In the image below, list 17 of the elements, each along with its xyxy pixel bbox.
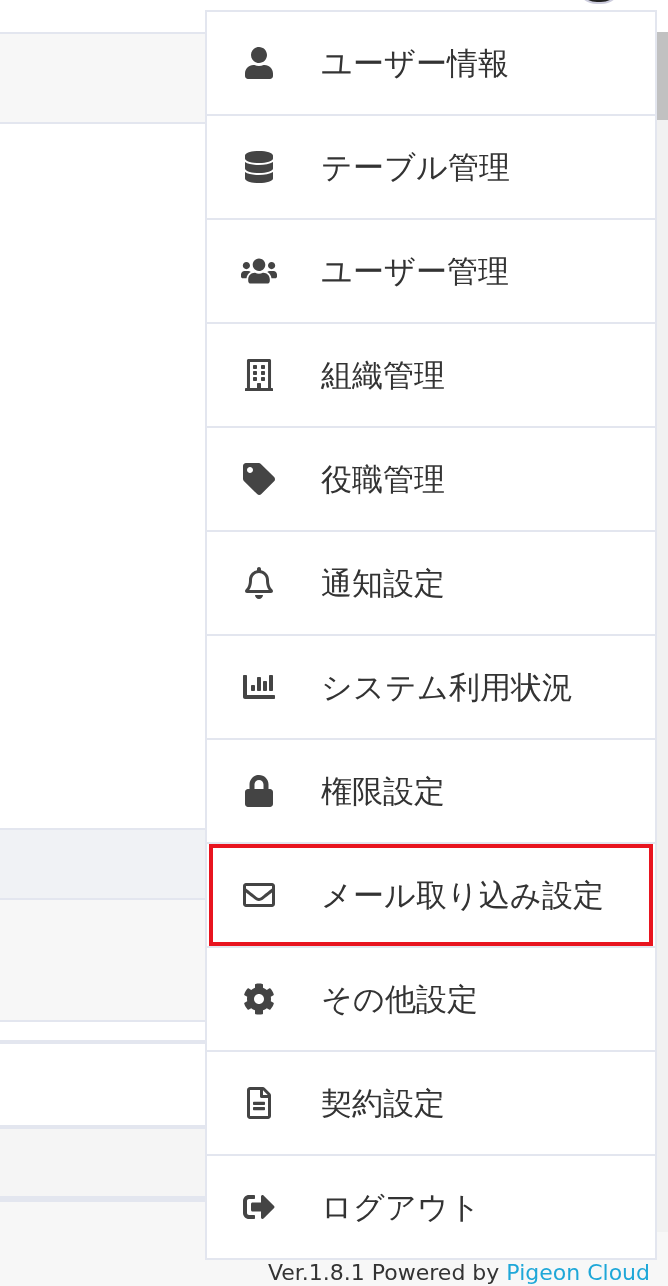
tag-icon: [241, 463, 277, 495]
menu-item[interactable]: 権限設定: [209, 740, 653, 842]
menu-item[interactable]: ユーザー情報: [209, 12, 653, 114]
users-icon: [241, 255, 277, 287]
menu-item[interactable]: 契約設定: [209, 1052, 653, 1154]
menu-item[interactable]: 通知設定: [209, 532, 653, 634]
menu-item[interactable]: ログアウト: [209, 1156, 653, 1258]
menu-item[interactable]: 組織管理: [209, 324, 653, 426]
menu-item[interactable]: ユーザー管理: [209, 220, 653, 322]
scrollbar-thumb[interactable]: [657, 32, 668, 120]
menu-item[interactable]: 役職管理: [209, 428, 653, 530]
menu-item[interactable]: テーブル管理: [209, 116, 653, 218]
menu-item[interactable]: システム利用状況: [209, 636, 653, 738]
menu-item[interactable]: その他設定: [209, 948, 653, 1050]
menu-item[interactable]: メール取り込み設定: [209, 844, 653, 946]
settings-icon: [241, 983, 277, 1015]
version-text: Ver.1.8.1 Powered by: [267, 1260, 500, 1285]
